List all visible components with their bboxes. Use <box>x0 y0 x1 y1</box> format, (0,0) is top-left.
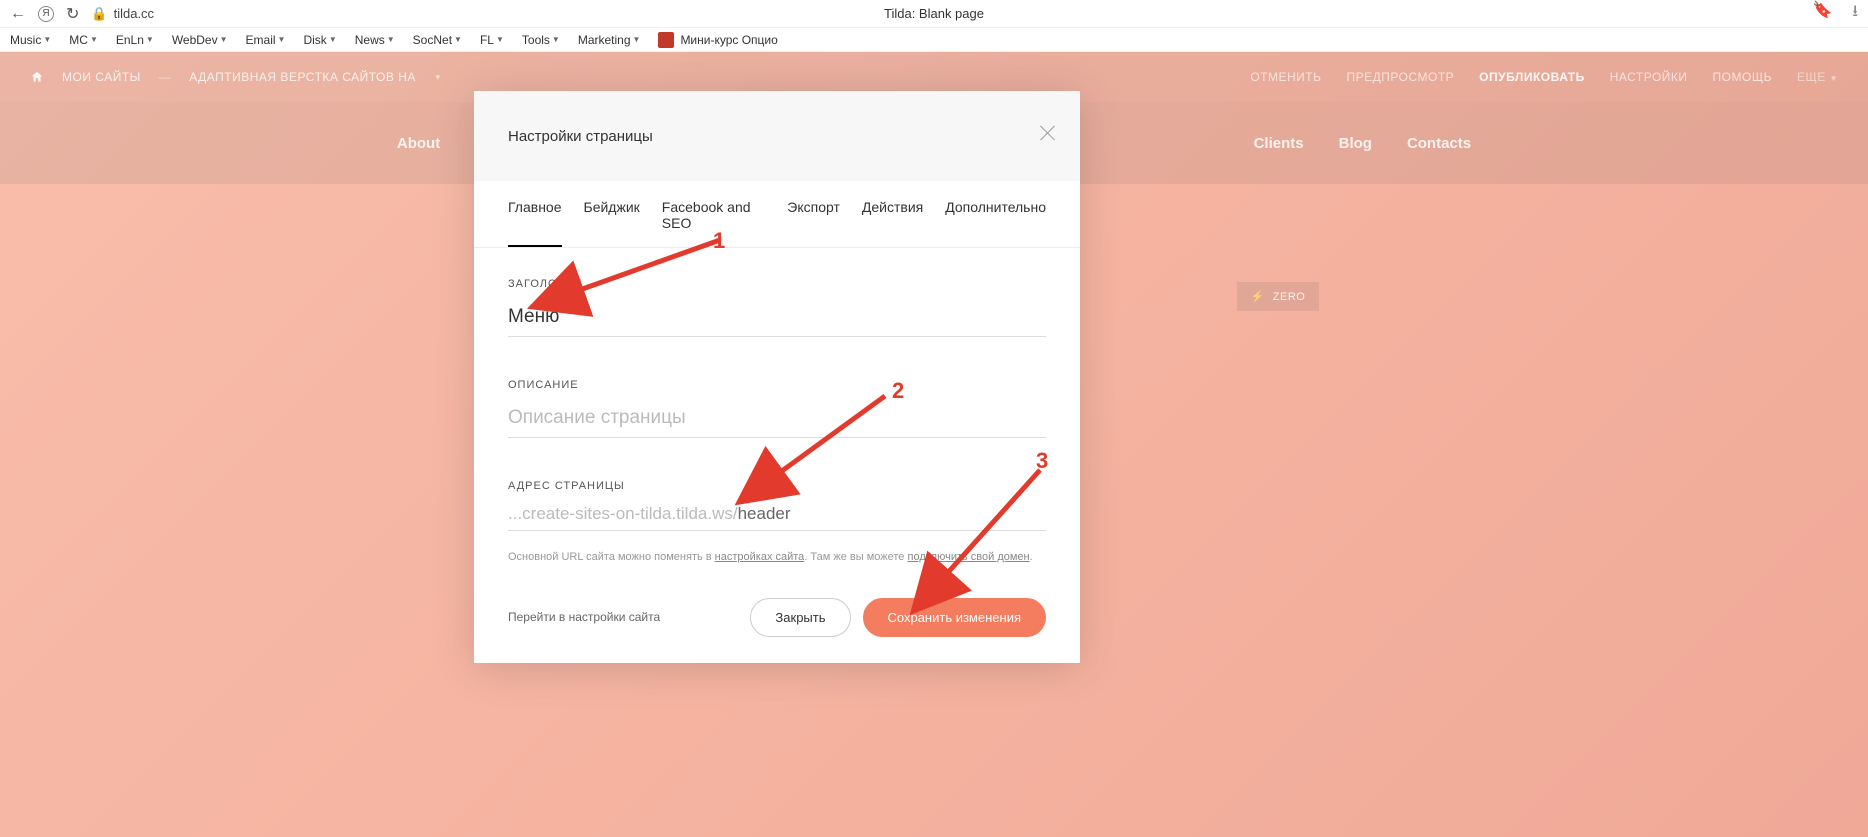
url-prefix: ...create-sites-on-tilda.tilda.ws/ <box>508 504 738 524</box>
annotation-number-2: 2 <box>892 378 904 404</box>
tab-main[interactable]: Главное <box>508 199 562 247</box>
bookmark-item[interactable]: WebDev▼ <box>172 33 228 47</box>
bookmark-item[interactable]: Tools▼ <box>522 33 560 47</box>
close-icon[interactable] <box>1036 121 1060 145</box>
hint-link-settings[interactable]: настройках сайта <box>715 551 805 563</box>
back-icon[interactable]: ← <box>10 5 26 23</box>
tab-badge[interactable]: Бейджик <box>584 199 640 247</box>
bookmark-item[interactable]: Email▼ <box>246 33 286 47</box>
browser-address-bar: ← Я ↻ 🔒 tilda.cc Tilda: Blank page 🔖 ⭳ <box>0 0 1868 28</box>
hint-link-domain[interactable]: подключить свой домен <box>907 551 1029 563</box>
lock-icon: 🔒 <box>91 6 107 22</box>
goto-site-settings-link[interactable]: Перейти в настройки сайта <box>508 610 660 624</box>
modal-tabs: Главное Бейджик Facebook and SEO Экспорт… <box>474 181 1080 248</box>
bookmark-item[interactable]: FL▼ <box>480 33 504 47</box>
bookmark-item[interactable]: EnLn▼ <box>116 33 154 47</box>
modal-title: Настройки страницы <box>508 128 653 145</box>
url-text[interactable]: tilda.cc <box>114 6 154 21</box>
bookmark-item[interactable]: MC▼ <box>69 33 98 47</box>
label-title: ЗАГОЛОВОК <box>508 278 1046 290</box>
save-button[interactable]: Сохранить изменения <box>863 598 1047 637</box>
tab-export[interactable]: Экспорт <box>787 199 840 247</box>
tab-more[interactable]: Дополнительно <box>945 199 1046 247</box>
page-settings-modal: Настройки страницы Главное Бейджик Faceb… <box>474 91 1080 663</box>
page-title: Tilda: Blank page <box>884 6 984 21</box>
download-icon[interactable]: ⭳ <box>1852 0 1858 27</box>
bookmark-item[interactable]: News▼ <box>355 33 395 47</box>
bookmarks-bar: Music▼ MC▼ EnLn▼ WebDev▼ Email▼ Disk▼ Ne… <box>0 28 1868 52</box>
description-input[interactable] <box>508 403 1046 438</box>
reload-icon[interactable]: ↻ <box>66 4 79 24</box>
bookmark-item[interactable]: Music▼ <box>10 33 51 47</box>
url-input[interactable] <box>738 504 1046 524</box>
bookmark-item[interactable]: SocNet▼ <box>413 33 462 47</box>
close-button[interactable]: Закрыть <box>750 598 850 637</box>
bookmark-icon[interactable]: 🔖 <box>1812 0 1832 27</box>
bookmark-item[interactable]: Мини-курс Опцио <box>658 32 777 48</box>
bookmark-item[interactable]: Disk▼ <box>303 33 336 47</box>
annotation-number-1: 1 <box>713 228 725 254</box>
yandex-icon[interactable]: Я <box>38 6 54 22</box>
url-hint: Основной URL сайта можно поменять в наст… <box>508 549 1046 566</box>
annotation-number-3: 3 <box>1036 448 1048 474</box>
label-description: ОПИСАНИЕ <box>508 379 1046 391</box>
title-input[interactable] <box>508 302 1046 337</box>
label-url: АДРЕС СТРАНИЦЫ <box>508 480 1046 492</box>
bookmark-item[interactable]: Marketing▼ <box>578 33 641 47</box>
tab-actions[interactable]: Действия <box>862 199 923 247</box>
course-icon <box>658 32 674 48</box>
